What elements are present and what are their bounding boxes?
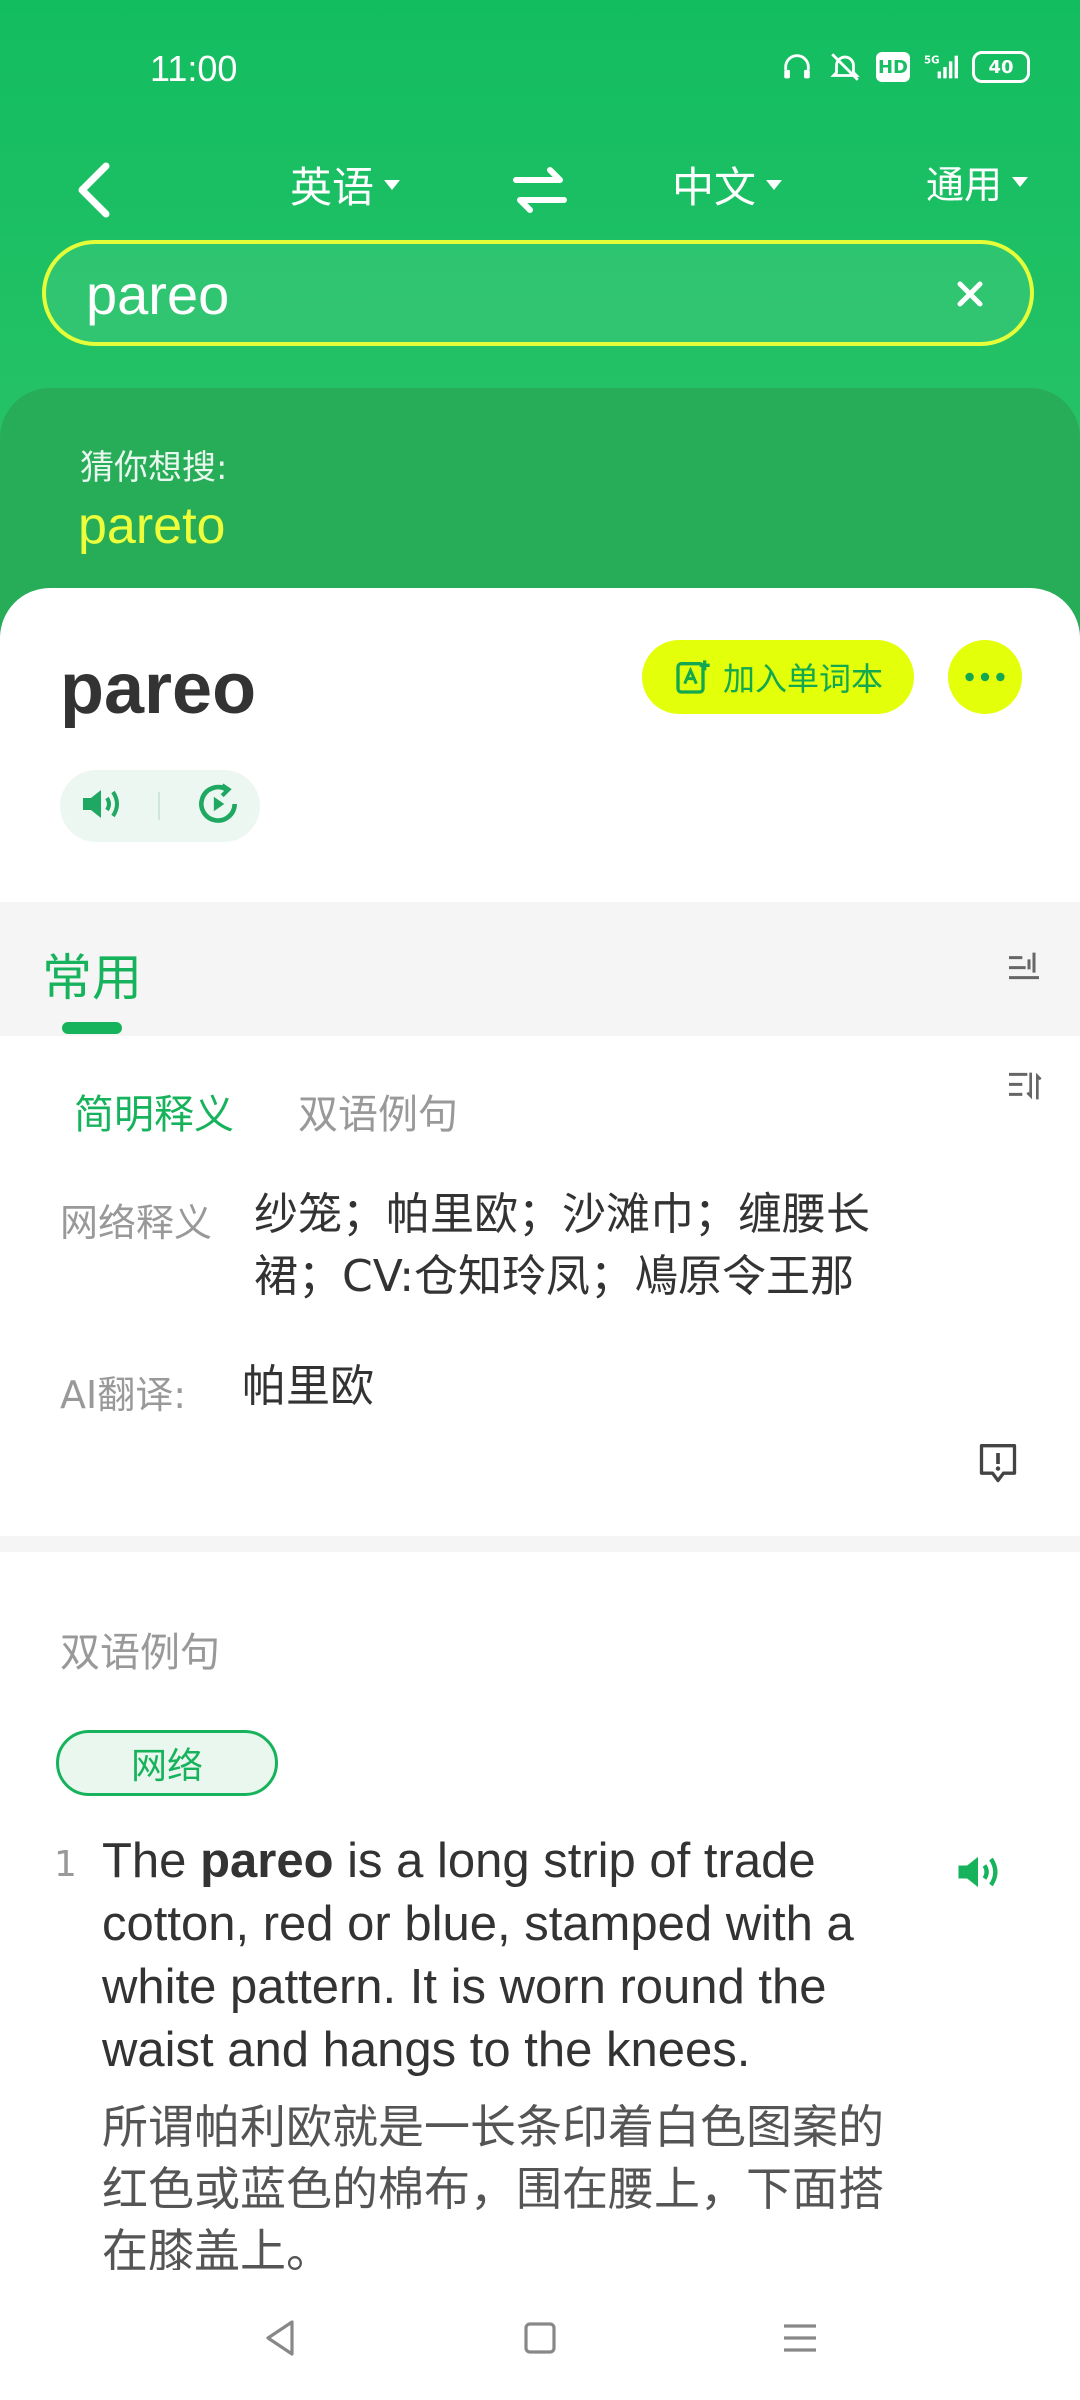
web-definition-label: 网络释义 xyxy=(60,1201,213,1245)
nav-menu-icon[interactable] xyxy=(776,2314,824,2362)
web-definition-row: 网络释义 纱笼；帕里欧；沙滩巾；缠腰长 裙；CV:仓知玲凤；鳰原令王那 xyxy=(60,1184,954,1308)
definition-subtabs: 简明释义 双语例句 xyxy=(74,1082,458,1140)
pronunciation-controls xyxy=(60,770,260,842)
headword: pareo xyxy=(60,649,257,729)
section-divider xyxy=(0,1536,1080,1552)
headphones-icon xyxy=(780,50,814,84)
caret-down-icon xyxy=(1012,176,1029,187)
swap-icon xyxy=(513,167,567,213)
add-to-wordbook-label: 加入单词本 xyxy=(722,660,883,698)
status-bar: 11:00 HD 5G 40 xyxy=(0,0,1080,140)
example-sentence-en: The pareo is a long strip of trade cotto… xyxy=(102,1830,922,2082)
mode-select[interactable]: 通用 xyxy=(926,154,1029,209)
example-speaker-icon[interactable] xyxy=(952,1846,1004,1898)
definitions-section: 简明释义 双语例句 网络释义 纱笼；帕里欧；沙滩巾；缠腰长 裙；CV:仓知玲凤；… xyxy=(0,1036,1080,1536)
network-label: 5G xyxy=(924,56,939,67)
nav-home-icon[interactable] xyxy=(516,2314,564,2362)
subtab-bilingual[interactable]: 双语例句 xyxy=(298,1082,458,1140)
filter-settings-icon[interactable] xyxy=(1004,946,1044,986)
tab-common[interactable]: 常用 xyxy=(42,938,142,1010)
play-pronunciation-button[interactable] xyxy=(77,780,125,832)
nav-back-icon[interactable] xyxy=(256,2314,304,2362)
loop-play-icon xyxy=(199,783,238,823)
search-box xyxy=(42,240,1034,346)
example-sentence-zh: 所谓帕利欧就是一长条印着白色图案的红色或蓝色的棉布，围在腰上，下面搭在膝盖上。 xyxy=(102,2100,884,2270)
status-icons: HD 5G 40 xyxy=(780,50,1030,84)
target-language-select[interactable]: 中文 xyxy=(672,154,783,215)
ai-translation-label: AI翻译: xyxy=(60,1373,187,1417)
examples-title: 双语例句 xyxy=(60,1630,220,1676)
source-tag-web[interactable]: 网络 xyxy=(56,1730,278,1796)
caret-down-icon xyxy=(384,179,401,190)
nav-bar: 英语 中文 通用 xyxy=(0,150,1080,230)
signal-5g-icon: 5G xyxy=(924,50,958,84)
clear-search-button[interactable] xyxy=(950,274,990,314)
web-definition-line-1: 纱笼；帕里欧；沙滩巾；缠腰长 xyxy=(254,1189,870,1240)
search-input[interactable] xyxy=(84,258,948,330)
source-language-select[interactable]: 英语 xyxy=(290,154,401,215)
category-tab-bar: 常用 xyxy=(0,902,1080,1036)
subtab-brief[interactable]: 简明释义 xyxy=(74,1082,234,1140)
system-nav-bar xyxy=(0,2270,1080,2400)
ai-translation-text: 帕里欧 xyxy=(242,1361,374,1412)
back-button[interactable] xyxy=(66,158,122,222)
more-options-button[interactable] xyxy=(948,640,1022,714)
close-icon xyxy=(957,281,983,307)
add-word-icon xyxy=(676,660,710,694)
back-arrow-icon xyxy=(78,162,110,218)
more-dots-icon xyxy=(965,672,1005,682)
suggestion-label: 猜你想搜: xyxy=(80,448,228,488)
example-en-before: The xyxy=(102,1834,201,1888)
swap-languages-button[interactable] xyxy=(508,158,572,222)
bell-muted-icon xyxy=(828,50,862,84)
ai-translation-row: AI翻译: 帕里欧 xyxy=(60,1356,374,1419)
battery-icon: 40 xyxy=(972,51,1030,83)
active-tab-indicator xyxy=(62,1022,122,1034)
sort-icon[interactable] xyxy=(1004,1066,1044,1106)
feedback-icon[interactable] xyxy=(976,1440,1020,1488)
caret-down-icon xyxy=(766,179,783,190)
mode-label: 通用 xyxy=(926,163,1003,207)
speaker-icon xyxy=(82,790,119,818)
target-language-label: 中文 xyxy=(672,163,757,212)
pill-separator xyxy=(157,792,160,820)
add-to-wordbook-button[interactable]: 加入单词本 xyxy=(642,640,914,714)
hd-icon: HD xyxy=(876,52,910,82)
web-definition-line-2: 裙；CV:仓知玲凤；鳰原令王那 xyxy=(254,1251,855,1302)
example-number: 1 xyxy=(54,1844,77,1885)
repeat-play-button[interactable] xyxy=(193,779,243,833)
suggestion-word[interactable]: pareto xyxy=(78,496,225,556)
web-definition-text: 纱笼；帕里欧；沙滩巾；缠腰长 裙；CV:仓知玲凤；鳰原令王那 xyxy=(254,1184,954,1308)
source-language-label: 英语 xyxy=(290,163,375,212)
status-time: 11:00 xyxy=(150,48,238,89)
example-en-keyword: pareo xyxy=(200,1834,334,1888)
